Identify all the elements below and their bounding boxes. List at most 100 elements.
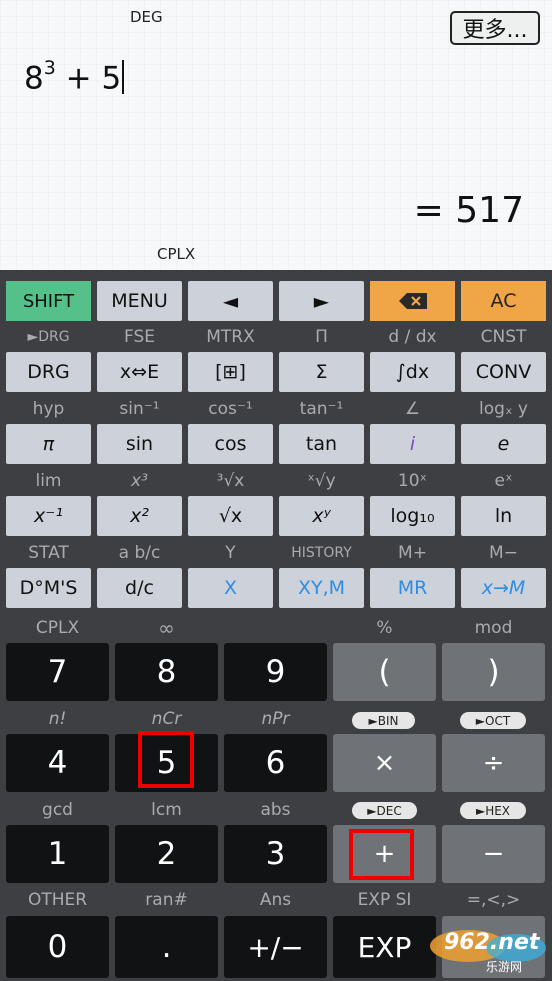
shift-label-angle: ∠	[404, 399, 421, 419]
tan-key[interactable]: tan	[279, 424, 364, 464]
square-root-key[interactable]: √x	[188, 496, 273, 536]
convert-key[interactable]: CONV	[461, 352, 546, 392]
decimal-point-key[interactable]: .	[115, 916, 218, 978]
menu-key[interactable]: MENU	[97, 281, 182, 321]
cos-key[interactable]: cos	[188, 424, 273, 464]
highlight-digit-5	[138, 731, 194, 788]
keypad: SHIFT MENU ◄ ► AC ►DRG FSE MTRX Π d / dx…	[0, 270, 552, 981]
square-key[interactable]: x²	[97, 496, 182, 536]
drg-key[interactable]: DRG	[6, 352, 91, 392]
digit-2-key[interactable]: 2	[115, 825, 218, 883]
shift-label-cube-root: ³√x	[216, 471, 245, 491]
cursor-right-key[interactable]: ►	[279, 281, 364, 321]
xym-key[interactable]: XY,M	[279, 568, 364, 608]
result-value: = 517	[413, 190, 524, 231]
dms-key[interactable]: D°M'S	[6, 568, 91, 608]
shift-label-gcd: gcd	[42, 800, 73, 820]
log10-key[interactable]: log₁₀	[370, 496, 455, 536]
x-variable-key[interactable]: X	[188, 568, 273, 608]
shift-label-xth-root: ˣ√y	[307, 471, 336, 491]
shift-label-atan: tan⁻¹	[299, 399, 344, 419]
expression-base: 8	[24, 60, 44, 97]
shift-label-to-drg: ►DRG	[27, 329, 70, 345]
highlight-add	[349, 829, 414, 880]
shift-key[interactable]: SHIFT	[6, 281, 91, 321]
ln-key[interactable]: ln	[461, 496, 546, 536]
digit-7-key[interactable]: 7	[6, 643, 109, 701]
pi-key[interactable]: π	[6, 424, 91, 464]
subtract-key[interactable]: −	[442, 825, 545, 883]
reciprocal-key[interactable]: x⁻¹	[6, 496, 91, 536]
x-swap-e-key[interactable]: x⇔E	[97, 352, 182, 392]
memory-recall-key[interactable]: MR	[370, 568, 455, 608]
digit-6-key[interactable]: 6	[224, 734, 327, 792]
backspace-icon	[398, 293, 427, 309]
sum-key[interactable]: Σ	[279, 352, 364, 392]
shift-label-npr: nPr	[261, 709, 290, 729]
calculator-display: DEG 更多... 83 + 5 = 517 CPLX	[0, 0, 552, 270]
sign-toggle-key[interactable]: +/−	[224, 916, 327, 978]
shift-label-y: Y	[225, 543, 236, 563]
backspace-key[interactable]	[370, 281, 455, 321]
close-paren-key[interactable]: )	[442, 643, 545, 701]
shift-label-matrix: MTRX	[206, 327, 255, 347]
euler-key[interactable]: e	[461, 424, 546, 464]
digit-9-key[interactable]: 9	[224, 643, 327, 701]
shift-label-lcm: lcm	[151, 800, 182, 820]
digit-8-key[interactable]: 8	[115, 643, 218, 701]
digit-1-key[interactable]: 1	[6, 825, 109, 883]
digit-0-key[interactable]: 0	[6, 916, 109, 978]
shift-label-compare: =,<,>	[466, 890, 521, 910]
imaginary-key[interactable]: i	[370, 424, 455, 464]
cursor-left-key[interactable]: ◄	[188, 281, 273, 321]
more-button[interactable]: 更多...	[450, 11, 540, 45]
exp-key[interactable]: EXP	[333, 916, 436, 978]
shift-label-fraction: a b/c	[118, 543, 161, 563]
shift-label-mplus: M+	[398, 543, 427, 563]
watermark-subtext: 乐游网	[486, 960, 523, 974]
shift-label-lim: lim	[35, 471, 62, 491]
shift-label-cplx: CPLX	[35, 618, 80, 638]
shift-label-logxy: logₓ y	[479, 399, 528, 419]
store-memory-key[interactable]: x→M	[461, 568, 546, 608]
complex-mode-indicator: CPLX	[157, 245, 196, 263]
shift-label-empty	[224, 616, 327, 640]
digit-3-key[interactable]: 3	[224, 825, 327, 883]
shift-label-ten-power: 10ˣ	[397, 471, 428, 491]
watermark-logo: 962.net 乐游网	[428, 926, 548, 978]
to-oct-pill: ►OCT	[460, 712, 526, 729]
power-key[interactable]: xʸ	[279, 496, 364, 536]
shift-label-hyp: hyp	[32, 399, 65, 419]
digit-4-key[interactable]: 4	[6, 734, 109, 792]
shift-label-acos: cos⁻¹	[208, 399, 253, 419]
shift-label-exp-si: EXP SI	[357, 890, 412, 910]
fraction-key[interactable]: d/c	[97, 568, 182, 608]
all-clear-key[interactable]: AC	[461, 281, 546, 321]
text-cursor	[122, 60, 125, 95]
to-hex-pill: ►HEX	[460, 802, 526, 819]
integral-key[interactable]: ∫dx	[370, 352, 455, 392]
expression-rest: + 5	[55, 60, 122, 97]
shift-label-history: HISTORY	[291, 545, 352, 561]
multiply-key[interactable]: ×	[333, 734, 436, 792]
shift-label-cube: x³	[131, 471, 148, 491]
open-paren-key[interactable]: (	[333, 643, 436, 701]
angle-mode-indicator: DEG	[130, 8, 163, 26]
shift-label-percent: %	[376, 618, 393, 638]
matrix-key[interactable]: [⊞]	[188, 352, 273, 392]
shift-label-ncr: nCr	[151, 709, 182, 729]
shift-label-constants: CNST	[480, 327, 527, 347]
shift-label-random: ran#	[145, 890, 188, 910]
expression-input[interactable]: 83 + 5	[24, 57, 125, 97]
shift-label-stat: STAT	[28, 543, 69, 563]
shift-label-other: OTHER	[27, 890, 88, 910]
to-bin-pill: ►BIN	[352, 712, 415, 729]
shift-label-product: Π	[315, 327, 328, 347]
sin-key[interactable]: sin	[97, 424, 182, 464]
divide-key[interactable]: ÷	[442, 734, 545, 792]
shift-label-mod: mod	[474, 618, 513, 638]
shift-label-abs: abs	[260, 800, 291, 820]
shift-label-derivative: d / dx	[388, 327, 437, 347]
shift-label-exp-power: eˣ	[494, 471, 513, 491]
shift-label-asin: sin⁻¹	[119, 399, 160, 419]
